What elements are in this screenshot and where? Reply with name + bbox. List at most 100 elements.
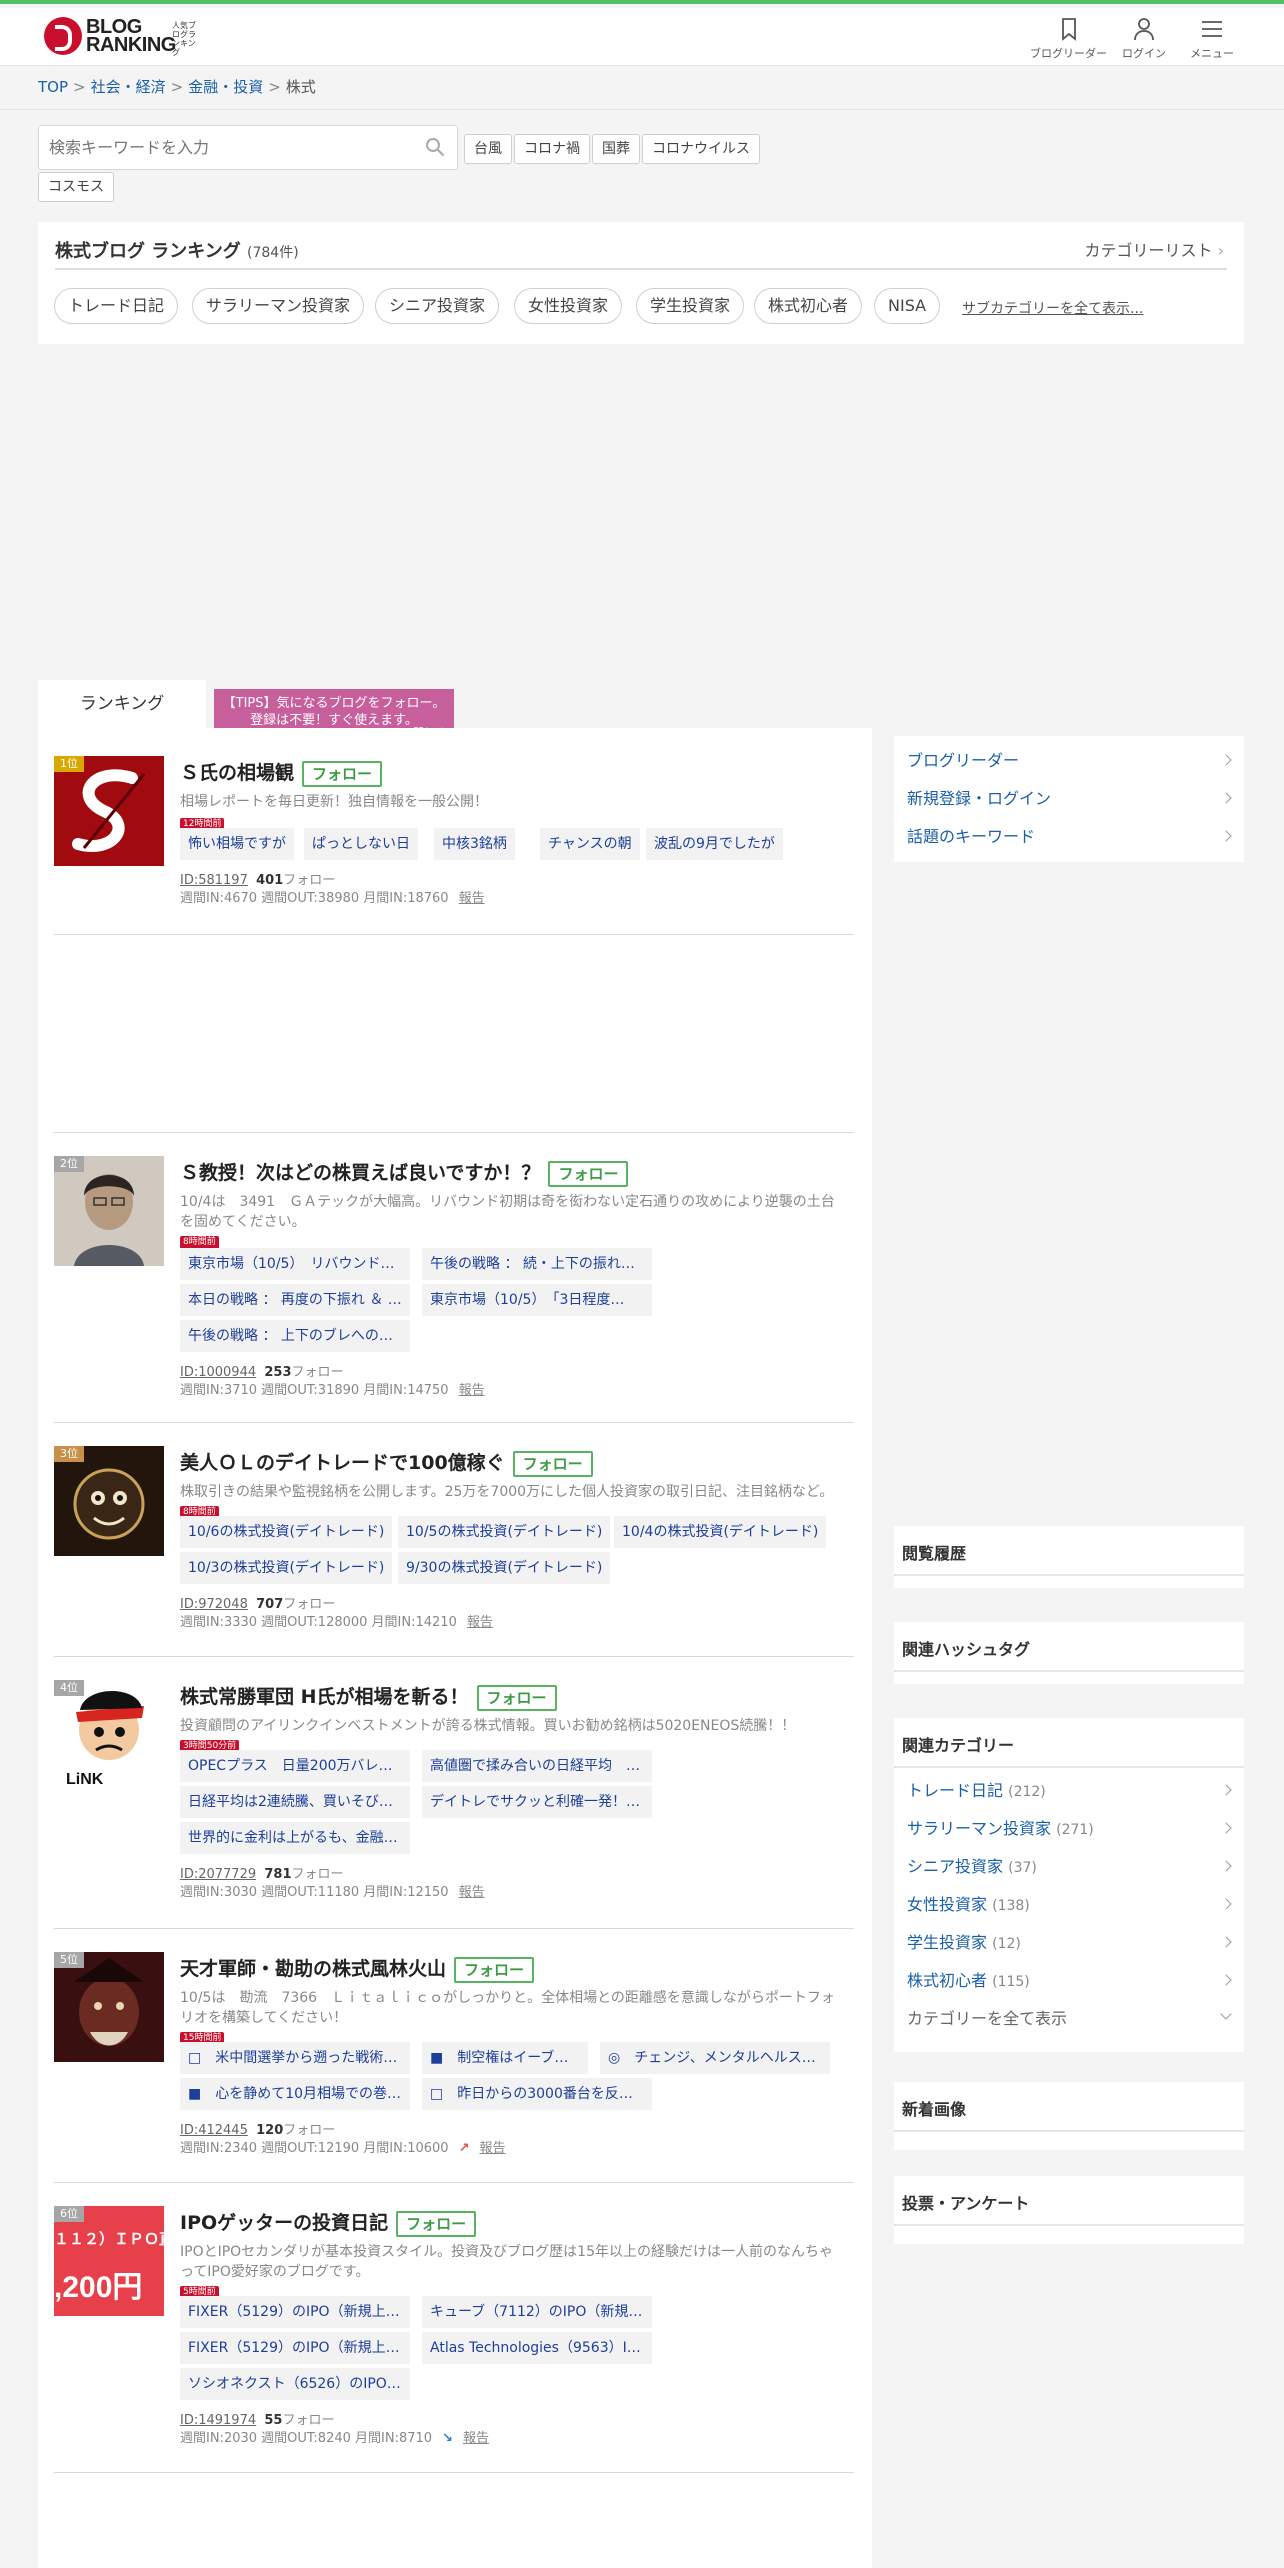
nav-login[interactable]: ログイン [1122, 16, 1166, 61]
blog-thumbnail[interactable]: LiNK 4位 [54, 1680, 164, 1790]
article-link[interactable]: ぱっとしない日 [304, 828, 418, 860]
keyword-chip[interactable]: コロナ禍 [514, 134, 590, 164]
article-link[interactable]: 世界的に金利は上がるも、金融… [180, 1822, 410, 1854]
related-category-item[interactable]: 株式初心者 (115) [894, 1962, 1244, 2000]
follow-button[interactable]: フォロー [512, 1450, 593, 1477]
subcategory-chip[interactable]: 株式初心者 [754, 288, 863, 324]
article-link[interactable]: OPECプラス 日量200万バレ… [180, 1750, 410, 1782]
article-link[interactable]: 高値圏で揉み合いの日経平均 … [422, 1750, 652, 1782]
subcategory-chip[interactable]: 学生投資家 [636, 288, 745, 324]
follow-button[interactable]: フォロー [302, 760, 383, 787]
search-icon[interactable] [425, 137, 445, 157]
keyword-chip[interactable]: 台風 [464, 134, 512, 164]
article-link[interactable]: キューブ（7112）のIPO（新規… [422, 2296, 652, 2328]
nav-blog-reader[interactable]: ブログリーダー [1030, 16, 1107, 61]
follow-button[interactable]: フォロー [396, 2210, 477, 2237]
show-all-subcategories-link[interactable]: サブカテゴリーを全て表示... [962, 298, 1143, 318]
blog-title[interactable]: IPOゲッターの投資日記 フォロー [180, 2208, 477, 2237]
article-link[interactable]: □ 昨日からの3000番台を反撃… [422, 2078, 652, 2110]
breadcrumb-society-economy[interactable]: 社会・経済 [91, 78, 166, 96]
blog-thumbnail[interactable]: 2位 [54, 1156, 164, 1266]
related-category-item[interactable]: 学生投資家 (12) [894, 1924, 1244, 1962]
blog-thumbnail[interactable]: 5位 [54, 1952, 164, 2062]
follow-button[interactable]: フォロー [548, 1160, 629, 1187]
report-link[interactable]: 報告 [479, 2141, 505, 2156]
follow-button[interactable]: フォロー [454, 1956, 535, 1983]
report-link[interactable]: 報告 [467, 1615, 493, 1630]
article-link[interactable]: ■ 制空権はイーブンに [422, 2042, 588, 2074]
blog-meta: ID:1000944 253フォロー 週間IN:3710 週間OUT:31890… [180, 1364, 485, 1400]
article-link[interactable]: FIXER（5129）のIPO（新規上… [180, 2332, 410, 2364]
blog-thumbnail[interactable]: 3位 [54, 1446, 164, 1556]
blog-description: 株取引きの結果や監視銘柄を公開します。25万を7000万にした個人投資家の取引日… [180, 1484, 834, 1500]
article-link[interactable]: 怖い相場ですが [180, 828, 294, 860]
article-link[interactable]: 波乱の9月でしたが [646, 828, 783, 860]
report-link[interactable]: 報告 [459, 1383, 485, 1398]
report-link[interactable]: 報告 [459, 891, 485, 906]
article-link[interactable]: 10/4の株式投資(デイトレード) [614, 1516, 827, 1548]
blog-title[interactable]: 美人ＯＬのデイトレードで100億稼ぐ フォロー [180, 1448, 593, 1477]
related-category-item[interactable]: トレード日記 (212) [894, 1772, 1244, 1810]
article-link[interactable]: 中核3銘柄 [434, 828, 515, 860]
blog-id-link[interactable]: ID:1491974 [180, 2413, 256, 2428]
article-link[interactable]: チャンスの朝 [540, 828, 640, 860]
article-link[interactable]: 東京市場（10/5） 「3日程度… [422, 1284, 652, 1316]
sidebar-item-blog-reader[interactable]: ブログリーダー [894, 742, 1244, 780]
subcategory-chip[interactable]: サラリーマン投資家 [192, 288, 365, 324]
blog-id-link[interactable]: ID:412445 [180, 2123, 248, 2138]
subcategory-chip[interactable]: NISA [874, 288, 941, 324]
article-link[interactable]: □ 米中間選挙から遡った戦術… [180, 2042, 410, 2074]
article-link[interactable]: デイトレでサクッと利確一発！… [422, 1786, 652, 1818]
related-category-item[interactable]: シニア投資家 (37) [894, 1848, 1244, 1886]
blog-id-link[interactable]: ID:972048 [180, 1597, 248, 1612]
keyword-chip[interactable]: コロナウイルス [642, 134, 760, 164]
article-link[interactable]: Atlas Technologies（9563）IPO… [422, 2332, 652, 2364]
entry-divider [54, 2182, 854, 2183]
blog-id-link[interactable]: ID:1000944 [180, 1365, 256, 1380]
article-link[interactable]: 9/30の株式投資(デイトレード) [398, 1552, 611, 1584]
article-link[interactable]: 本日の戦略 ： 再度の下振れ ＆ … [180, 1284, 410, 1316]
follower-unit: フォロー [283, 873, 336, 888]
sidebar-item-trending-keywords[interactable]: 話題のキーワード [894, 818, 1244, 856]
search-input[interactable] [39, 126, 399, 169]
article-link[interactable]: FIXER（5129）のIPO（新規上… [180, 2296, 410, 2328]
article-link[interactable]: ■ 心を静めて10月相場での巻… [180, 2078, 410, 2110]
show-all-categories-button[interactable]: カテゴリーを全て表示 [894, 2000, 1244, 2038]
follow-button[interactable]: フォロー [476, 1684, 557, 1711]
related-category-item[interactable]: 女性投資家 (138) [894, 1886, 1244, 1924]
sidebar-item-register-login[interactable]: 新規登録・ログイン [894, 780, 1244, 818]
article-link[interactable]: 日経平均は2連続騰、買いそび… [180, 1786, 410, 1818]
tab-ranking[interactable]: ランキング [38, 680, 206, 728]
blog-title[interactable]: Ｓ教授！次はどの株買えば良いですか！？ フォロー [180, 1158, 629, 1187]
article-link[interactable]: 10/6の株式投資(デイトレード) [180, 1516, 393, 1548]
keyword-chip[interactable]: コスモス [38, 172, 114, 202]
report-link[interactable]: 報告 [459, 1885, 485, 1900]
article-link[interactable]: 午後の戦略 ： 上下のブレへの… [180, 1320, 410, 1352]
blog-id-link[interactable]: ID:2077729 [180, 1867, 256, 1882]
category-list-link[interactable]: カテゴリーリスト › [1084, 237, 1224, 261]
keyword-chip[interactable]: 国葬 [592, 134, 640, 164]
related-category-item[interactable]: サラリーマン投資家 (271) [894, 1810, 1244, 1848]
article-link[interactable]: 午後の戦略 ： 続・上下の振れ… [422, 1248, 652, 1280]
nav-menu[interactable]: メニュー [1190, 16, 1234, 61]
article-link[interactable]: ◎ チェンジ、メンタルヘルス… [600, 2042, 830, 2074]
article-link[interactable]: ソシオネクスト（6526）のIPO… [180, 2368, 410, 2400]
blog-title[interactable]: 株式常勝軍団 H氏が相場を斬る！ フォロー [180, 1682, 557, 1711]
sidebar-hashtag-title: 関連ハッシュタグ [894, 1622, 1244, 1672]
article-link[interactable]: 10/3の株式投資(デイトレード) [180, 1552, 393, 1584]
breadcrumb-top[interactable]: TOP [38, 78, 68, 96]
ranking-header-box: 株式ブログ ランキング (784件) カテゴリーリスト › トレード日記 サラリ… [38, 222, 1244, 344]
blog-thumbnail[interactable]: １１２）ＩＰＯ直 ,200円 6位 [54, 2206, 164, 2316]
blog-thumbnail[interactable]: 1位 [54, 756, 164, 866]
subcategory-chip[interactable]: トレード日記 [54, 288, 179, 324]
article-link[interactable]: 東京市場（10/5） リバウンド… [180, 1248, 410, 1280]
report-link[interactable]: 報告 [463, 2431, 489, 2446]
blog-id-link[interactable]: ID:581197 [180, 873, 248, 888]
blog-title[interactable]: 天才軍師・勘助の株式風林火山 フォロー [180, 1954, 535, 1983]
site-logo[interactable]: BLOG RANKING 人気ブログランキング [44, 17, 196, 57]
breadcrumb-finance-investment[interactable]: 金融・投資 [188, 78, 263, 96]
article-link[interactable]: 10/5の株式投資(デイトレード) [398, 1516, 611, 1548]
blog-title[interactable]: Ｓ氏の相場観 フォロー [180, 758, 383, 787]
subcategory-chip[interactable]: シニア投資家 [375, 288, 500, 324]
subcategory-chip[interactable]: 女性投資家 [514, 288, 623, 324]
